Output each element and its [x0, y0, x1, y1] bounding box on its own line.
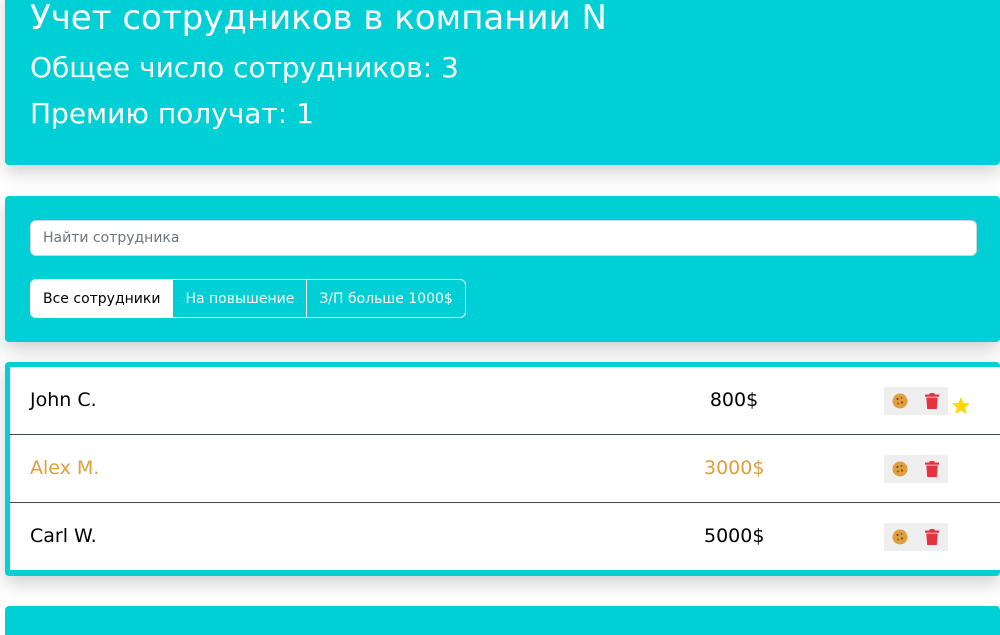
trash-icon[interactable]	[921, 458, 943, 480]
employee-salary: 3000$	[704, 457, 765, 479]
page-title: Учет сотрудников в компании N	[30, 0, 607, 38]
total-employees: Общее число сотрудников: 3	[30, 51, 459, 84]
row-actions	[884, 455, 948, 483]
employee-name[interactable]: Alex M.	[30, 435, 99, 502]
list-item[interactable]: Carl W. 5000$	[10, 503, 1000, 570]
employee-salary: 800$	[709, 389, 759, 411]
employee-name[interactable]: John C.	[30, 367, 97, 434]
cookie-icon[interactable]	[889, 526, 911, 548]
search-input[interactable]	[30, 220, 977, 256]
add-employee-panel	[5, 606, 1000, 635]
app: Учет сотрудников в компании N Общее числ…	[0, 0, 1000, 635]
list-item[interactable]: John C. 800$	[10, 367, 1000, 435]
trash-icon[interactable]	[921, 390, 943, 412]
filter-all-button[interactable]: Все сотрудники	[31, 280, 173, 317]
star-icon	[951, 396, 971, 416]
cookie-icon[interactable]	[889, 390, 911, 412]
employee-name[interactable]: Carl W.	[30, 503, 97, 570]
employee-list: John C. 800$ Alex M. 3000$ Carl W. 5000$	[5, 362, 1000, 576]
filter-salary-button[interactable]: З/П больше 1000$	[306, 280, 464, 317]
row-actions	[884, 523, 948, 551]
bonus-count: Премию получат: 1	[30, 97, 314, 130]
info-panel: Учет сотрудников в компании N Общее числ…	[5, 0, 1000, 165]
employee-salary: 5000$	[704, 525, 765, 547]
filter-increase-button[interactable]: На повышение	[172, 280, 306, 317]
employee-list-body: John C. 800$ Alex M. 3000$ Carl W. 5000$	[10, 367, 1000, 570]
filter-group: Все сотрудники На повышение З/П больше 1…	[30, 279, 466, 318]
list-item[interactable]: Alex M. 3000$	[10, 435, 1000, 503]
trash-icon[interactable]	[921, 526, 943, 548]
cookie-icon[interactable]	[889, 458, 911, 480]
search-panel: Все сотрудники На повышение З/П больше 1…	[5, 196, 1000, 342]
row-actions	[884, 387, 948, 415]
